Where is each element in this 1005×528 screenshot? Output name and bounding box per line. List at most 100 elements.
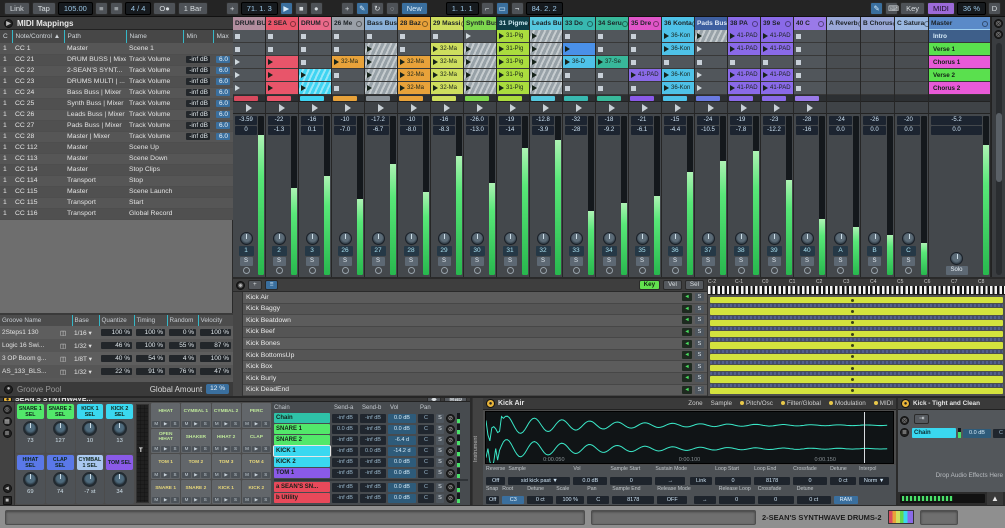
- macro-label[interactable]: HIHAT SEL: [17, 455, 44, 470]
- clip-slot[interactable]: 41-PAD: [728, 82, 760, 95]
- clip-slot[interactable]: [695, 56, 727, 69]
- track-header[interactable]: Leads Buss: [530, 17, 562, 30]
- fx-rack-on-icon[interactable]: ●: [901, 399, 910, 408]
- clip-slot[interactable]: [827, 30, 860, 43]
- chain-volume[interactable]: -14.2 d: [388, 447, 416, 456]
- param-value[interactable]: sid kick past ▼: [508, 477, 570, 485]
- chain-row[interactable]: Chain -inf dB -inf dB 0.0 dB C S ⊘: [274, 413, 468, 423]
- midi-mapping-row[interactable]: 1 CC 115 Master Scene Launch: [0, 186, 233, 197]
- clip-slot[interactable]: [365, 56, 397, 69]
- stop-clips-button[interactable]: [365, 102, 397, 114]
- groove-row[interactable]: AS_133_BLS... ◫ 1/32 ▾ 22 % 91 % 76 % 47 %: [0, 365, 233, 378]
- clip-slot[interactable]: [629, 82, 661, 95]
- arm-button[interactable]: [871, 267, 878, 274]
- pad-mute-button[interactable]: M: [152, 446, 160, 452]
- arm-button[interactable]: [672, 267, 679, 274]
- hot-swap-icon[interactable]: ⊘: [446, 458, 455, 467]
- macro-label[interactable]: SNARE 1 SEL: [17, 404, 44, 419]
- clip-slot[interactable]: [464, 82, 496, 95]
- pad-solo-button[interactable]: S: [262, 497, 270, 503]
- drum-pad[interactable]: PERC M ▶ S: [242, 403, 271, 428]
- chain-name[interactable]: SNARE 1: [274, 424, 330, 434]
- param-value[interactable]: Norm ▼: [859, 477, 889, 485]
- arm-button[interactable]: [474, 267, 481, 274]
- groove-base-cell[interactable]: 1/32 ▾: [72, 365, 99, 378]
- track-volume-value[interactable]: -9.2: [598, 126, 620, 135]
- clip-slot[interactable]: [827, 43, 860, 56]
- track-activator[interactable]: 3: [305, 246, 320, 256]
- sampler-tab-modulation[interactable]: Modulation: [829, 400, 866, 407]
- chain-name[interactable]: b Utility: [274, 493, 330, 503]
- param-value[interactable]: 0 ct: [797, 496, 831, 504]
- pad-solo-button[interactable]: S: [201, 446, 209, 452]
- clip-slot[interactable]: [563, 69, 595, 82]
- loop-start-field[interactable]: 1. 1. 1: [446, 2, 479, 15]
- pad-play-button[interactable]: ▶: [222, 472, 230, 478]
- track-header[interactable]: DRUM: [299, 17, 331, 30]
- mapping-min-value[interactable]: -inf dB: [186, 78, 210, 85]
- quantize-menu[interactable]: 1 Bar: [178, 2, 208, 15]
- stop-clips-button[interactable]: [629, 102, 661, 114]
- clip-slot[interactable]: [398, 30, 430, 43]
- stop-clips-button[interactable]: [794, 102, 826, 114]
- solo-button[interactable]: S: [306, 257, 319, 266]
- solo-button[interactable]: S: [537, 257, 550, 266]
- pad-play-button[interactable]: ▶: [222, 421, 230, 427]
- pad-mute-button[interactable]: M: [152, 472, 160, 478]
- track-activator[interactable]: 33: [569, 246, 584, 256]
- groove-value[interactable]: 100 %: [200, 355, 231, 362]
- pan-knob[interactable]: [768, 232, 781, 245]
- pad-play-button[interactable]: ▶: [222, 446, 230, 452]
- param-value[interactable]: 8178: [612, 496, 654, 504]
- clip-slot[interactable]: [695, 43, 727, 56]
- groove-column-header[interactable]: Groove Name: [0, 315, 72, 326]
- key-zone-bar[interactable]: [710, 320, 1003, 326]
- pad-play-button[interactable]: ▶: [192, 472, 200, 478]
- midi-mapping-row[interactable]: 1 CC 28 Master | Mixer Track Volume -inf dB 6…: [0, 131, 233, 142]
- pad-mute-button[interactable]: M: [213, 421, 221, 427]
- link-button[interactable]: Link: [4, 2, 30, 15]
- mapping-max-value[interactable]: 6.0: [216, 89, 230, 96]
- clip-slot[interactable]: [299, 69, 331, 82]
- solo-button[interactable]: S: [735, 257, 748, 266]
- clip-slot[interactable]: [563, 82, 595, 95]
- track-volume-value[interactable]: -3.9: [532, 126, 554, 135]
- midi-mappings-toggle-icon[interactable]: ▶: [4, 19, 13, 28]
- pan-knob[interactable]: [603, 232, 616, 245]
- pad-solo-button[interactable]: S: [231, 421, 239, 427]
- clip-slot[interactable]: 36-Kon: [662, 82, 694, 95]
- track-activator[interactable]: 37: [701, 246, 716, 256]
- track-volume-value[interactable]: 0.0: [897, 126, 920, 135]
- chain-send-a[interactable]: -inf dB: [332, 436, 358, 445]
- pad-mute-button[interactable]: M: [243, 446, 251, 452]
- track-volume-value[interactable]: 0.0: [863, 126, 886, 135]
- clip-slot[interactable]: [827, 69, 860, 82]
- groove-value[interactable]: 40 %: [101, 355, 132, 362]
- instrument-side-tab[interactable]: Instrument: [472, 398, 483, 505]
- stop-clips-button[interactable]: [233, 102, 265, 114]
- pan-knob[interactable]: [636, 232, 649, 245]
- pad-play-button[interactable]: ▶: [192, 446, 200, 452]
- sample-zone-row[interactable]: Kick Air ◄ S: [243, 292, 707, 304]
- clip-slot[interactable]: 32-Ma: [398, 82, 430, 95]
- clip-slot[interactable]: [794, 30, 826, 43]
- midi-mapping-row[interactable]: 1 CC 22 2-SEAN'S SYNT... Track Volume -inf d…: [0, 65, 233, 76]
- param-value[interactable]: 100 %: [556, 496, 584, 504]
- drum-pad[interactable]: CLAP M ▶ S: [242, 429, 271, 454]
- tempo-field[interactable]: 105.00: [58, 2, 93, 15]
- sampler-on-icon[interactable]: ●: [486, 399, 495, 408]
- stop-clips-button[interactable]: [464, 102, 496, 114]
- pad-solo-button[interactable]: S: [201, 472, 209, 478]
- clip-slot[interactable]: [895, 56, 928, 69]
- arm-button[interactable]: [375, 267, 382, 274]
- pad-play-button[interactable]: ▶: [192, 497, 200, 503]
- param-value[interactable]: 8178: [754, 477, 790, 485]
- solo-button[interactable]: S: [768, 257, 781, 266]
- clip-slot[interactable]: [596, 82, 628, 95]
- groove-column-header[interactable]: Quantize: [99, 315, 134, 326]
- groove-column-header[interactable]: Base: [72, 315, 99, 326]
- chain-send-a[interactable]: -inf dB: [332, 469, 358, 478]
- track-activator[interactable]: 40: [800, 246, 815, 256]
- metronome-button[interactable]: O●: [153, 2, 175, 15]
- chain-solo-button[interactable]: S: [436, 425, 444, 434]
